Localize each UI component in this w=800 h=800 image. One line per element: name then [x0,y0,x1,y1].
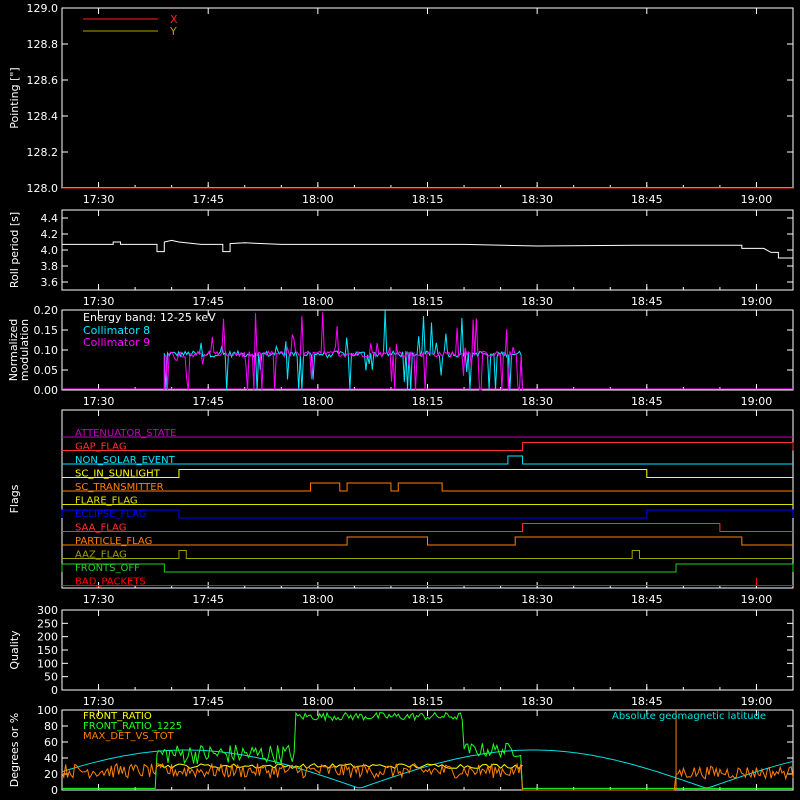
x-tick-label: 19:00 [741,295,773,308]
x-tick-label: 18:15 [412,193,444,206]
x-tick-label: 18:00 [302,695,334,708]
y-axis-label: Flags [8,484,21,513]
x-tick-label: 18:00 [302,593,334,606]
y-tick-label: 4.2 [41,228,59,241]
y-tick-label: 250 [37,617,58,630]
x-tick-label: 18:30 [521,593,553,606]
y-axis-label: Degrees or % [8,713,21,787]
y-tick-label: 60 [44,736,58,749]
flag-line-eclipse_flag [61,509,794,519]
y-tick-label: 128.0 [27,182,59,195]
x-tick-label: 17:45 [192,193,224,206]
legend-label: MAX_DET_VS_TOT [83,731,175,742]
x-tick-label: 17:30 [83,695,115,708]
x-tick-label: 19:00 [741,593,773,606]
x-tick-label: 19:00 [741,395,773,408]
y-tick-label: 80 [44,720,58,733]
panel-quality: 17:30 17:45 18:00 18:15 18:30 18:45 19:00 05010… [8,604,794,708]
y-tick-label: 129.0 [27,2,59,15]
series-line-collimator-9 [163,312,524,392]
y-tick-label: 100 [37,704,58,717]
y-tick-label: 3.8 [41,260,59,273]
x-tick-label: 18:15 [412,695,444,708]
x-tick-label: 18:00 [302,193,334,206]
flag-line-aaz_flag [62,550,793,559]
y-axis-label: Quality [8,630,21,670]
y-tick-label: 128.4 [27,110,59,123]
y-tick-label: 4.0 [41,244,59,257]
y-tick-label: 0 [51,684,58,697]
legend-title: Energy band: 12-25 keV [83,311,216,324]
x-tick-label: 18:15 [412,395,444,408]
flag-line-saa_flag_2 [62,442,794,451]
y-tick-label: 150 [37,644,58,657]
legend-label: Absolute geomagnetic latitude [612,711,766,722]
x-tick-label: 19:00 [741,193,773,206]
y-tick-label: 0.10 [34,344,59,357]
x-tick-label: 18:15 [412,593,444,606]
x-tick-label: 19:00 [741,695,773,708]
flag-line-sc_in_sunlight [62,469,793,478]
legend-label: Collimator 9 [83,336,150,349]
x-tick-label: 17:45 [192,593,224,606]
y-tick-label: 0.15 [34,324,59,337]
x-tick-label: 18:30 [521,193,553,206]
x-tick-label: 18:00 [302,295,334,308]
x-tick-label: 18:45 [631,695,663,708]
quality-frame [61,609,794,691]
series-line-collimator-8 [163,310,524,391]
x-tick-label: 17:45 [192,695,224,708]
panel-ratios: 020406080100Degrees or % FRONT_RATIOFRONT… [8,704,794,797]
y-tick-label: 40 [44,752,58,765]
x-tick-label: 18:00 [302,395,334,408]
y-tick-label: 0.20 [34,304,59,317]
flag-line-saa_flag [62,523,793,532]
y-tick-label: 128.2 [27,146,59,159]
y-axis-label: Pointing ["] [8,67,21,128]
rhessi-summary-figure: 17:30 17:45 18:00 18:15 18:30 18:45 19:00 128.0… [7,2,794,797]
x-tick-label: 17:30 [83,295,115,308]
x-tick-label: 18:30 [521,695,553,708]
x-tick-label: 17:30 [83,395,115,408]
panel-roll: 17:30 17:45 18:00 18:15 18:30 18:45 19:00 3.6 3.… [8,209,794,308]
y-tick-label: 0.05 [34,364,59,377]
flag-line-fronts_off [61,563,794,573]
panel-modulation: 17:30 17:45 18:00 18:15 18:30 18:45 19:00 0.00 0… [7,304,794,408]
y-tick-label: 20 [44,768,58,781]
y-tick-label: 50 [44,671,58,684]
x-tick-label: 17:30 [83,593,115,606]
x-tick-label: 18:45 [631,593,663,606]
flag-label: FRONTS_OFF [75,563,140,574]
x-tick-label: 18:45 [631,193,663,206]
x-tick-label: 17:45 [192,295,224,308]
legend-label: Y [169,25,177,38]
y-tick-label: 128.8 [27,38,59,51]
x-tick-label: 17:30 [83,193,115,206]
y-tick-label: 128.6 [27,74,59,87]
x-tick-label: 18:30 [521,395,553,408]
panel-pointing: 17:30 17:45 18:00 18:15 18:30 18:45 19:00 128.0… [8,2,794,206]
y-tick-label: 3.6 [41,276,59,289]
flag-line-sc_transmitter [62,482,793,492]
x-tick-label: 18:45 [631,395,663,408]
x-tick-label: 17:45 [192,395,224,408]
y-tick-label: 0 [51,784,58,797]
flag-label: ECLIPSE_FLAG [75,509,146,520]
y-tick-label: 100 [37,657,58,670]
roll-frame [61,209,794,291]
y-axis-label: Roll period [s] [8,212,21,288]
x-tick-label: 18:30 [521,295,553,308]
panel-flags: 17:30 17:45 18:00 18:15 18:30 18:45 19:00 Flags… [8,409,794,606]
y-tick-label: 0.00 [34,384,59,397]
roll-period-line [62,239,793,259]
y-tick-label: 300 [37,604,58,617]
y-tick-label: 200 [37,631,58,644]
x-tick-label: 18:45 [631,295,663,308]
y-tick-label: 4.4 [41,212,59,225]
x-tick-label: 18:15 [412,295,444,308]
y-axis-label: modulation [18,319,31,381]
flag-line-particle_flag [62,536,793,546]
